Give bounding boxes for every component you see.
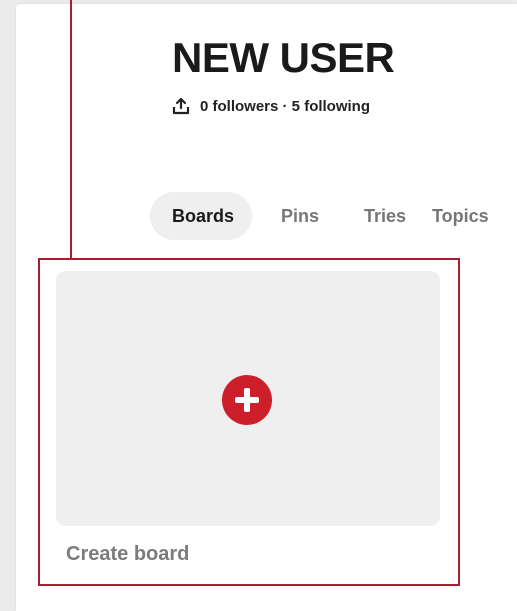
profile-stats-row: 0 followers · 5 following <box>172 95 370 117</box>
tab-pins[interactable]: Pins <box>252 192 348 240</box>
tab-boards[interactable]: Boards <box>150 192 253 240</box>
share-icon[interactable] <box>172 97 190 115</box>
profile-name: NEW USER <box>172 34 395 81</box>
annotation-connector-line <box>70 0 72 260</box>
profile-tabs: Boards Pins Tries Topics <box>150 192 512 240</box>
annotation-highlight-box <box>38 258 460 586</box>
follow-stats[interactable]: 0 followers · 5 following <box>200 98 370 115</box>
tab-topics[interactable]: Topics <box>422 192 512 240</box>
tab-tries[interactable]: Tries <box>348 192 422 240</box>
